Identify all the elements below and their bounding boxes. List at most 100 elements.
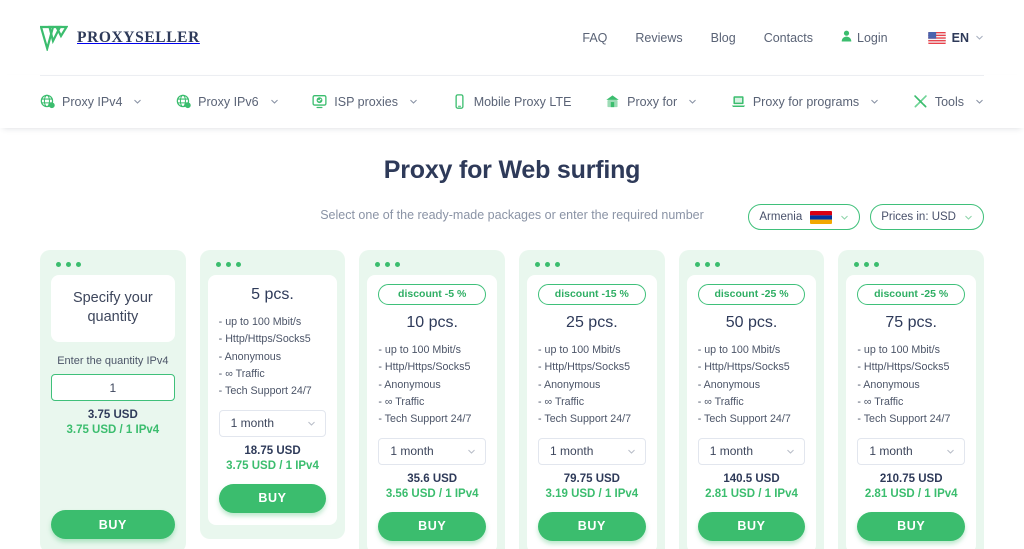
armenia-flag-icon — [810, 210, 833, 224]
shop-icon — [605, 94, 620, 109]
globe-icon — [40, 94, 55, 109]
currency-select-label: Prices in: USD — [881, 211, 956, 223]
card-quantity-title: 5 pcs. — [251, 286, 294, 303]
buy-button[interactable]: BUY — [538, 511, 646, 541]
feature-item: - Http/Https/Socks5 — [218, 333, 311, 346]
top-link-blog[interactable]: Blog — [711, 31, 736, 45]
term-select-label: 1 month — [230, 416, 275, 431]
feature-item: - up to 100 Mbit/s — [378, 344, 461, 356]
chevron-down-icon — [786, 447, 795, 456]
login-label: Login — [857, 30, 888, 45]
dot-icon — [854, 262, 860, 267]
country-select-label: Armenia — [759, 211, 803, 223]
term-select[interactable]: 1 month — [697, 437, 806, 465]
nav-item-tools[interactable]: Tools — [913, 94, 984, 109]
login-button[interactable]: Login — [841, 30, 888, 45]
card-dots-decoration — [527, 260, 657, 275]
dot-icon — [874, 262, 880, 267]
chevron-down-icon — [946, 447, 955, 456]
nav-item-proxy-for[interactable]: Proxy for — [605, 94, 697, 109]
discount-badge: discount -25 % — [697, 284, 806, 305]
nav-item-proxy-for-programs[interactable]: Proxy for programs — [731, 94, 879, 109]
pricing-card-50: discount -25 % 50 pcs. - up to 100 Mbit/… — [678, 250, 825, 549]
dot-icon — [545, 262, 551, 267]
buy-button[interactable]: BUY — [218, 483, 327, 513]
feature-item: - Tech Support 24/7 — [538, 413, 632, 426]
dot-icon — [215, 262, 221, 267]
card-dots-decoration — [687, 260, 817, 275]
chevron-down-icon — [467, 447, 476, 456]
top-link-reviews[interactable]: Reviews — [635, 31, 682, 45]
chevron-down-icon — [307, 419, 316, 428]
nav-item-proxy-ipv6[interactable]: Proxy IPv6 — [176, 94, 278, 109]
feature-item: - Http/Https/Socks5 — [538, 361, 631, 374]
quantity-input[interactable] — [51, 374, 175, 402]
chevron-down-icon — [684, 97, 697, 106]
feature-item: - ∞ Traffic — [857, 395, 904, 408]
feature-item: - Tech Support 24/7 — [857, 413, 951, 426]
dot-icon — [385, 262, 391, 267]
nav-item-proxy-ipv4[interactable]: Proxy IPv4 — [40, 94, 142, 109]
term-select[interactable]: 1 month — [538, 437, 646, 465]
card-quantity-title: 50 pcs. — [725, 314, 778, 331]
country-select[interactable]: Armenia — [748, 204, 861, 230]
buy-button[interactable]: BUY — [697, 511, 806, 541]
quantity-input-label: Enter the quantity IPv4 — [57, 355, 169, 368]
feature-item: - Http/Https/Socks5 — [697, 361, 790, 374]
site-header: PROXYSELLER FAQ Reviews Blog Contacts Lo… — [0, 0, 1024, 75]
term-select[interactable]: 1 month — [857, 437, 966, 465]
dot-icon — [225, 262, 231, 267]
top-link-faq[interactable]: FAQ — [582, 31, 607, 45]
pricing-card-custom-quantity: Specify your quantity Enter the quantity… — [40, 250, 186, 549]
pricing-card-25: discount -15 % 25 pcs. - up to 100 Mbit/… — [519, 250, 665, 549]
currency-select[interactable]: Prices in: USD — [870, 204, 984, 230]
feature-item: - ∞ Traffic — [378, 395, 425, 408]
monitor-icon — [312, 94, 327, 109]
dot-icon — [76, 262, 81, 267]
page-title: Proxy for Web surfing — [383, 156, 641, 184]
card-unit-price: 2.81 USD / 1 IPv4 — [705, 487, 798, 500]
chevron-down-icon — [866, 97, 879, 106]
term-select-label: 1 month — [709, 444, 754, 459]
buy-button[interactable]: BUY — [857, 511, 966, 541]
nav-item-isp-proxies[interactable]: ISP proxies — [312, 94, 418, 109]
card-features: - up to 100 Mbit/s - Http/Https/Socks5 -… — [698, 342, 806, 429]
subtitle-row: Select one of the ready-made packages or… — [0, 204, 1024, 234]
feature-item: - ∞ Traffic — [218, 367, 265, 380]
feature-item: - Http/Https/Socks5 — [378, 361, 471, 374]
term-select[interactable]: 1 month — [378, 437, 487, 465]
chevron-down-icon — [975, 33, 984, 42]
feature-item: - Anonymous — [538, 378, 601, 391]
dot-icon — [704, 262, 710, 267]
feature-item: - Anonymous — [857, 378, 920, 391]
dot-icon — [375, 262, 381, 267]
chevron-down-icon — [840, 213, 849, 222]
feature-item: - Tech Support 24/7 — [378, 413, 472, 426]
nav-item-mobile-proxy-lte[interactable]: Mobile Proxy LTE — [452, 94, 571, 109]
dot-icon — [56, 262, 61, 267]
dot-icon — [694, 262, 700, 267]
laptop-icon — [731, 94, 746, 109]
buy-button[interactable]: BUY — [378, 511, 487, 541]
term-select[interactable]: 1 month — [218, 409, 327, 437]
nav-label: Tools — [934, 94, 964, 109]
buy-button[interactable]: BUY — [51, 510, 175, 540]
card-total-price: 79.75 USD — [563, 472, 620, 485]
term-select-label: 1 month — [550, 444, 594, 459]
top-link-contacts[interactable]: Contacts — [764, 31, 813, 45]
card-unit-price: 3.56 USD / 1 IPv4 — [385, 487, 479, 500]
chevron-down-icon — [129, 97, 142, 106]
pricing-card-10: discount -5 % 10 pcs. - up to 100 Mbit/s… — [359, 250, 506, 549]
language-code: EN — [951, 30, 969, 45]
language-selector[interactable]: EN — [927, 30, 984, 45]
feature-item: - ∞ Traffic — [538, 395, 585, 408]
card-unit-price: 3.75 USD / 1 IPv4 — [66, 424, 160, 437]
feature-item: - Tech Support 24/7 — [218, 385, 312, 398]
logo-link[interactable]: PROXYSELLER — [40, 25, 200, 51]
main-content: Proxy for Web surfing Select one of the … — [0, 128, 1024, 549]
card-total-price: 18.75 USD — [244, 444, 301, 457]
discount-badge: discount -25 % — [857, 284, 966, 305]
dot-icon — [66, 262, 71, 267]
card-dots-decoration — [48, 260, 178, 275]
